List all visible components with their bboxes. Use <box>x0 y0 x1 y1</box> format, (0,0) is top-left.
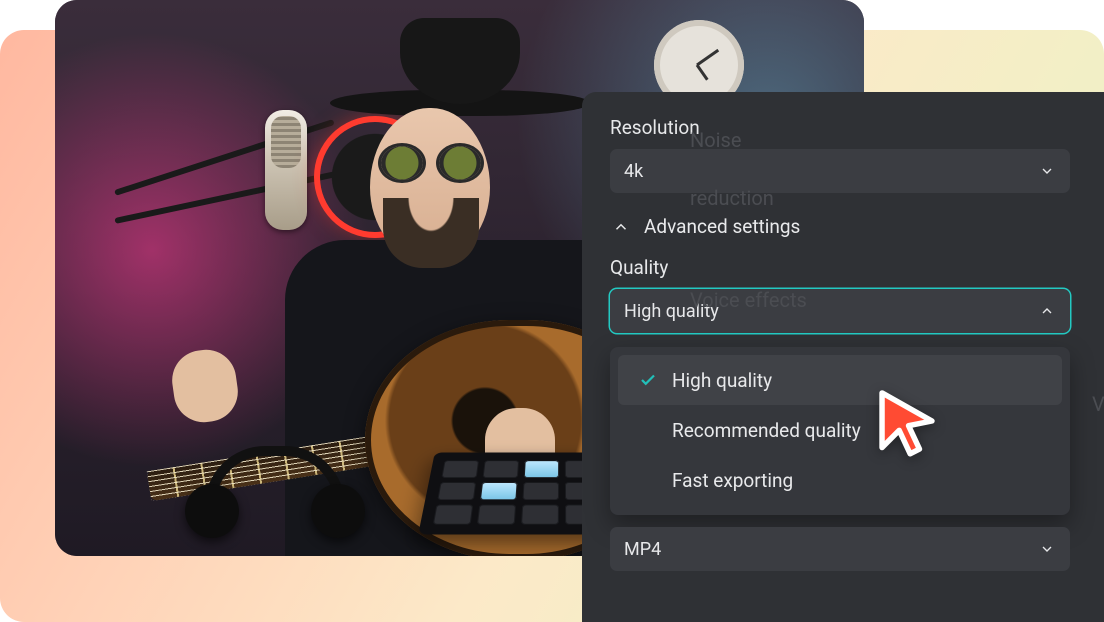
check-icon <box>638 371 658 389</box>
format-select[interactable]: MP4 <box>610 527 1070 571</box>
quality-option-recommended[interactable]: Recommended quality <box>618 405 1062 455</box>
ghost-label: V <box>1092 392 1104 416</box>
chevron-down-icon <box>1038 540 1056 558</box>
beard <box>383 198 479 268</box>
headphones <box>185 438 365 538</box>
advanced-settings-label: Advanced settings <box>644 215 800 238</box>
resolution-label: Resolution <box>610 116 1076 139</box>
quality-option-high[interactable]: High quality <box>618 355 1062 405</box>
option-label: High quality <box>672 369 772 392</box>
resolution-select[interactable]: 4k <box>610 149 1070 193</box>
option-label: Fast exporting <box>672 469 793 492</box>
quality-select[interactable]: High quality <box>610 289 1070 333</box>
resolution-value: 4k <box>624 161 643 182</box>
quality-value: High quality <box>624 301 719 322</box>
sunglasses <box>381 146 481 180</box>
chevron-up-icon <box>1038 302 1056 320</box>
option-label: Recommended quality <box>672 419 861 442</box>
quality-dropdown: High quality Recommended quality Fast ex… <box>610 347 1070 515</box>
export-settings-panel: Noise reduction Voice effects V Resoluti… <box>582 92 1104 622</box>
advanced-settings-toggle[interactable]: Advanced settings <box>612 215 1076 238</box>
quality-label: Quality <box>610 256 1076 279</box>
chevron-down-icon <box>1038 162 1056 180</box>
quality-option-fast[interactable]: Fast exporting <box>618 455 1062 505</box>
chevron-up-icon <box>612 218 630 236</box>
format-value: MP4 <box>624 539 661 560</box>
